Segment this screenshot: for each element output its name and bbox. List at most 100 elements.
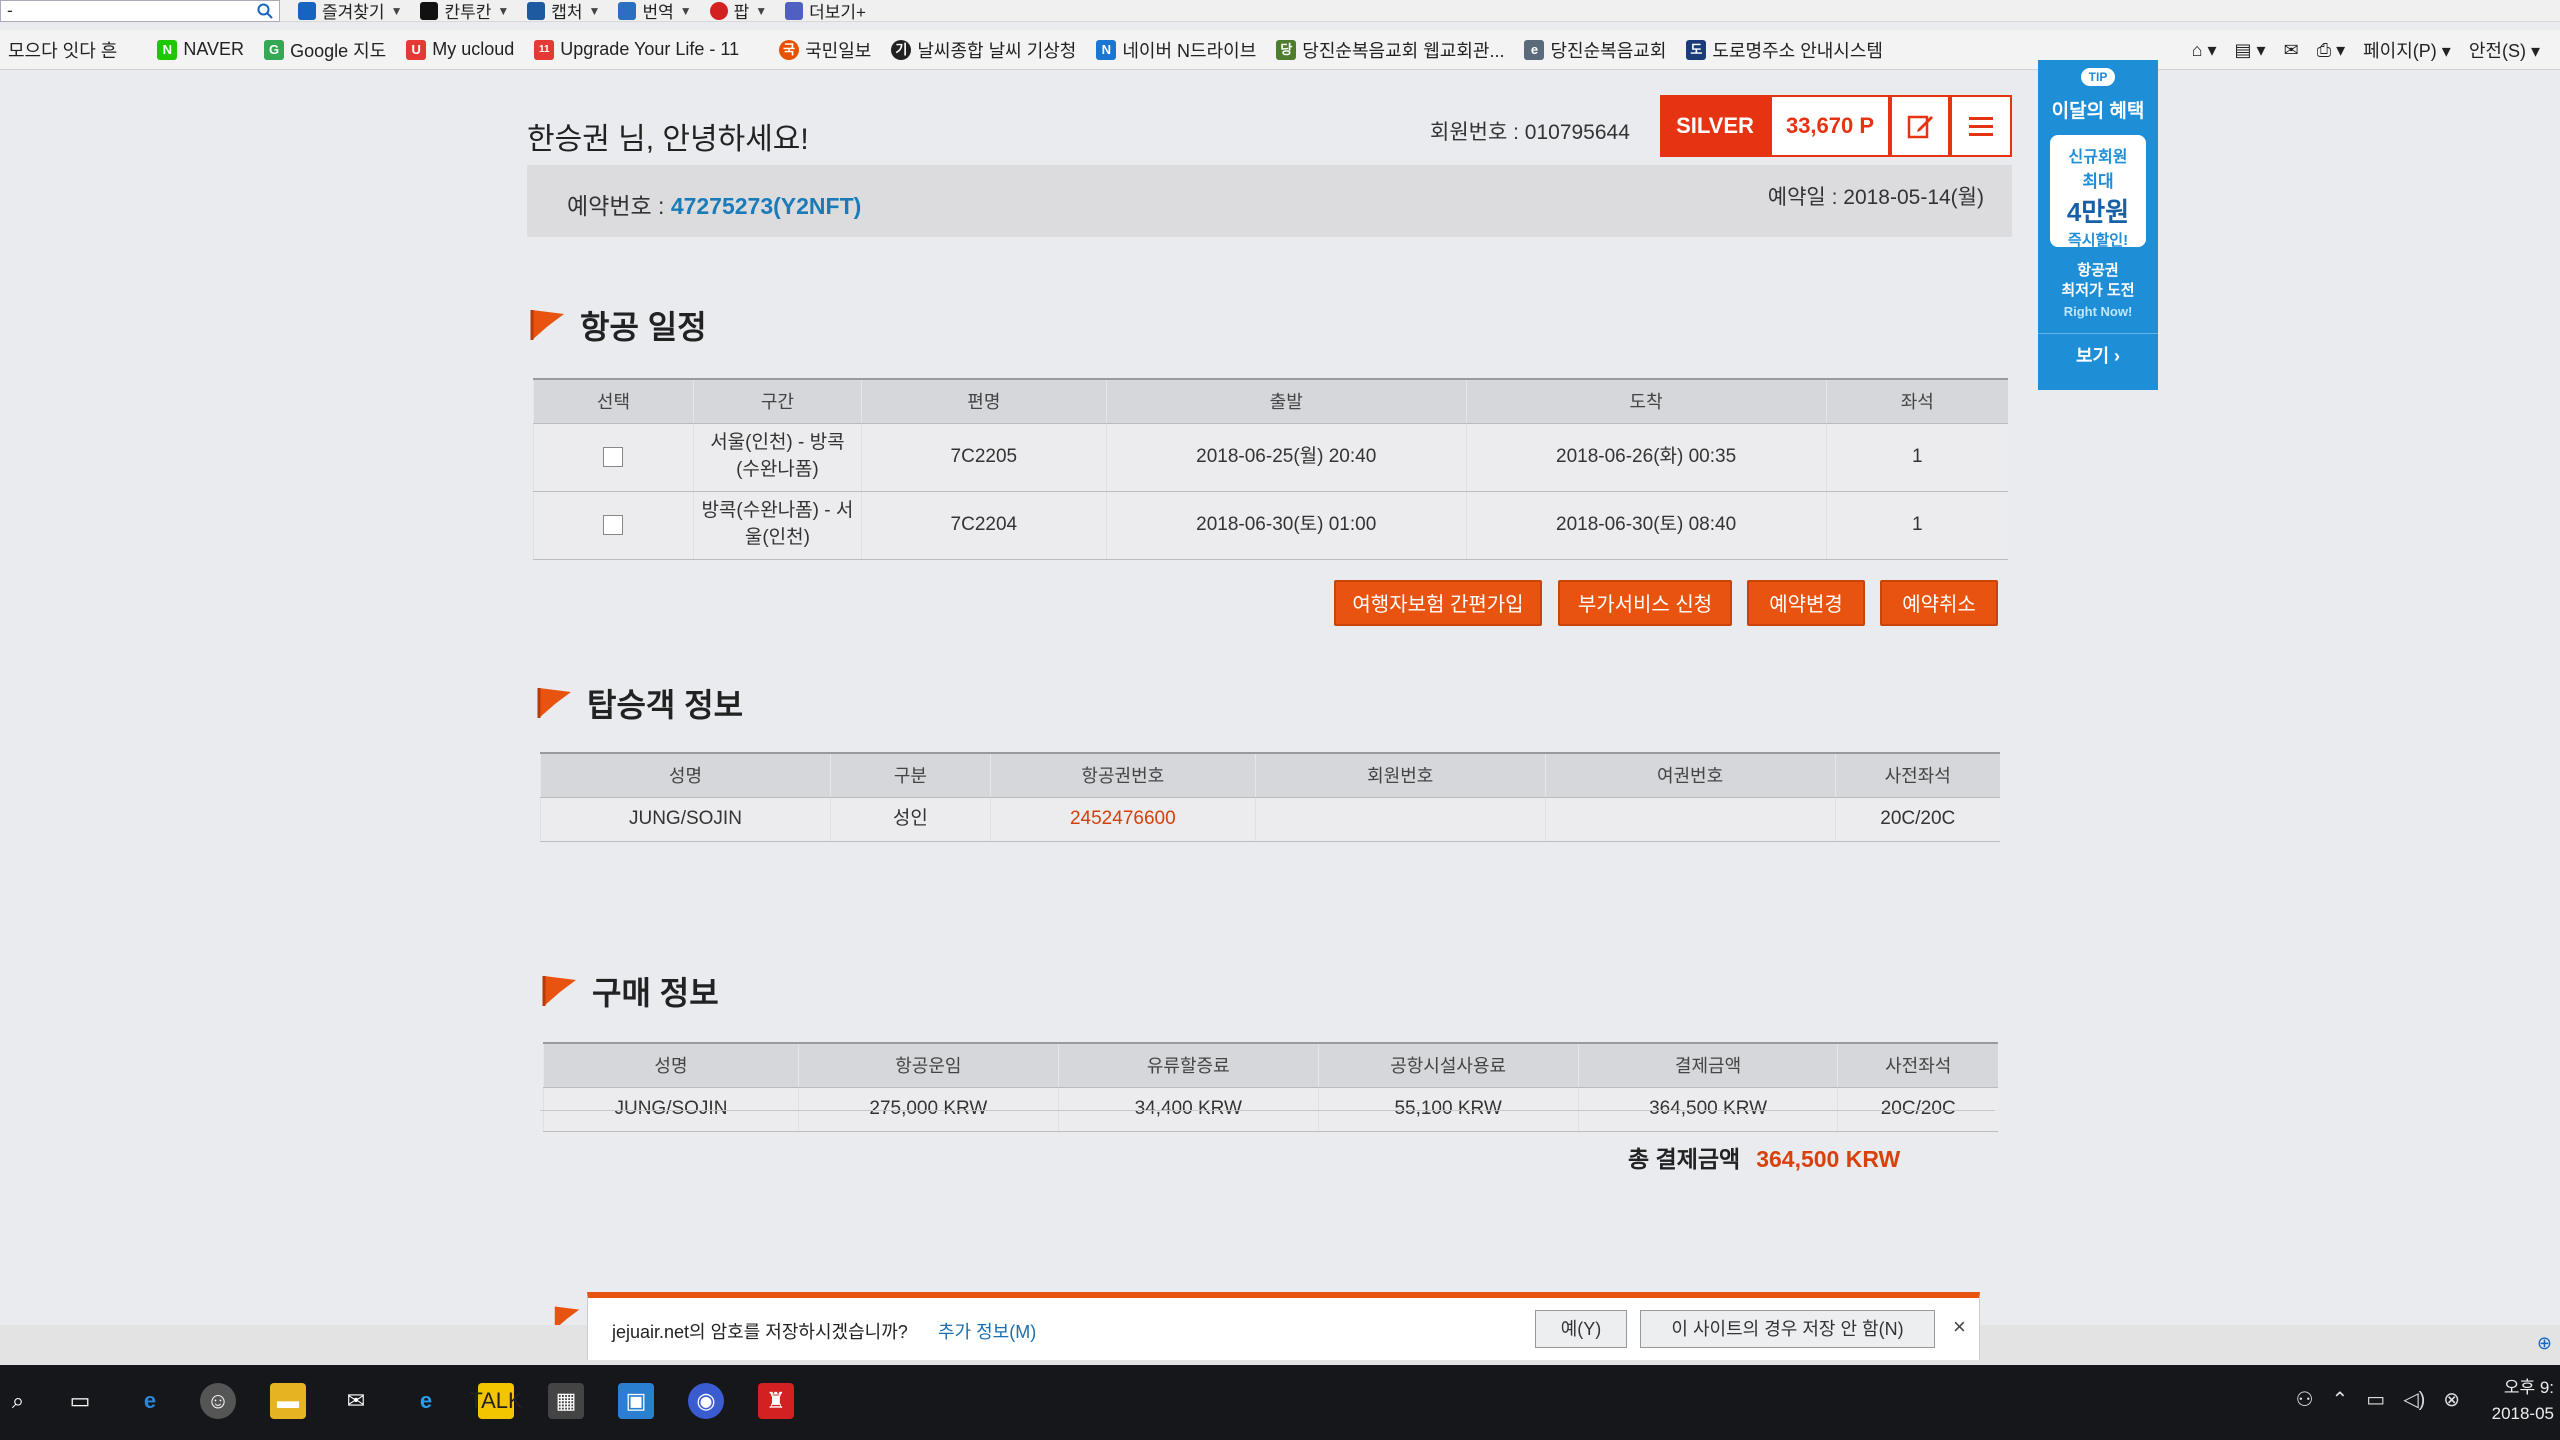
column-header: 결제금액 <box>1577 1042 1838 1088</box>
fav-google-maps[interactable]: G Google 지도 <box>264 37 386 63</box>
fav-ndrive[interactable]: N 네이버 N드라이브 <box>1096 37 1256 63</box>
points-badge[interactable]: 33,670 P <box>1770 95 1890 157</box>
flight-checkbox[interactable] <box>603 446 624 467</box>
toolbar-more[interactable]: 더보기+ <box>785 0 866 23</box>
notification-message: jejuair.net의 암호를 저장하시겠습니까? <box>612 1322 908 1342</box>
purchase-table: 성명 항공운임 유류할증료 공항시설사용료 결제금액 사전좌석 JUNG/SOJ… <box>543 1042 1998 1132</box>
airport-fee-cell: 55,100 KRW <box>1317 1087 1579 1132</box>
table-row: JUNG/SOJIN 성인 2452476600 20C/20C <box>540 797 2000 842</box>
notes-icon[interactable]: ▣ <box>618 1383 654 1419</box>
column-header: 편명 <box>860 378 1107 424</box>
edit-profile-button[interactable] <box>1890 95 1950 157</box>
internet-explorer-icon[interactable]: e <box>408 1383 444 1419</box>
fav-ucloud[interactable]: U My ucloud <box>406 39 514 60</box>
extra-service-button[interactable]: 부가서비스 신청 <box>1558 580 1732 626</box>
column-header: 성명 <box>540 752 831 798</box>
reservation-number[interactable]: 47275273(Y2NFT) <box>671 193 862 219</box>
fav-weather[interactable]: 기 날씨종합 날씨 기상청 <box>891 37 1076 63</box>
fav-road-address[interactable]: 도 도로명주소 안내시스템 <box>1686 37 1883 63</box>
game-icon[interactable]: ♜ <box>758 1383 794 1419</box>
edge-icon[interactable]: e <box>132 1383 168 1419</box>
fav-church-web[interactable]: 당 당진순복음교회 웹교회관... <box>1276 37 1504 63</box>
tip-tagline: Right Now! <box>2063 304 2133 319</box>
more-info-link[interactable]: 추가 정보(M) <box>938 1318 1036 1344</box>
app-icon[interactable]: ☺ <box>200 1383 236 1419</box>
toolbar-translate[interactable]: 번역 ▼ <box>618 0 692 23</box>
search-text: - <box>7 0 13 20</box>
naver-icon: N <box>157 39 178 60</box>
ticket-cell[interactable]: 2452476600 <box>989 797 1256 842</box>
member-number: 회원번호 : 010795644 <box>1430 121 1630 144</box>
cancel-reservation-button[interactable]: 예약취소 <box>1880 580 1998 626</box>
search-icon[interactable]: ⌕ <box>0 1383 36 1419</box>
seat-cell: 1 <box>1825 491 2008 560</box>
safety-menu[interactable]: 안전(S) ▾ <box>2469 37 2540 63</box>
close-icon[interactable]: × <box>1953 1314 1966 1340</box>
toolbar-capture[interactable]: 캡처 ▼ <box>527 0 600 23</box>
chevron-down-icon: ▼ <box>679 3 692 18</box>
fav-church[interactable]: e 당진순복음교회 <box>1524 37 1666 63</box>
change-reservation-button[interactable]: 예약변경 <box>1747 580 1865 626</box>
table-header-row: 선택 구간 편명 출발 도착 좌석 <box>533 378 2008 424</box>
column-header: 사전좌석 <box>1834 752 2000 798</box>
name-cell: JUNG/SOJIN <box>543 1087 799 1132</box>
weather-icon: 기 <box>891 39 912 60</box>
print-icon[interactable]: ⎙ ▾ <box>2317 40 2345 61</box>
mail-icon[interactable]: ✉ <box>338 1383 374 1419</box>
favorites-bar: 모으다 잇다 흔 N NAVER G Google 지도 U My ucloud 11… <box>0 30 2560 70</box>
file-explorer-icon[interactable]: ▬ <box>270 1383 306 1419</box>
app-grid-icon[interactable]: ▦ <box>548 1383 584 1419</box>
yes-button[interactable]: 예(Y) <box>1535 1310 1627 1348</box>
tip-banner[interactable]: TIP 이달의 혜택 신규회원 최대 4만원 즉시할인! 항공권 최저가 도전 … <box>2038 60 2158 390</box>
select-cell <box>533 491 694 560</box>
fav-kukmin[interactable]: 국 국민일보 <box>779 37 871 63</box>
toolbar-kantukan[interactable]: 칸투칸 ▼ <box>420 0 509 23</box>
favorites-folder[interactable]: 모으다 잇다 흔 <box>8 37 117 63</box>
seat-cell: 20C/20C <box>1834 797 2000 842</box>
menu-button[interactable] <box>1950 95 2012 157</box>
column-header: 공항시설사용료 <box>1317 1042 1579 1088</box>
task-view-icon[interactable]: ▭ <box>62 1383 98 1419</box>
name-cell: JUNG/SOJIN <box>540 797 831 842</box>
flight-checkbox[interactable] <box>603 514 624 535</box>
toolbar-pop[interactable]: 팝 ▼ <box>709 0 768 23</box>
hamburger-icon <box>1969 117 1993 136</box>
flight-cell: 7C2205 <box>860 423 1107 492</box>
kantukan-icon <box>420 1 439 20</box>
volume-icon[interactable]: ◁) <box>2403 1387 2425 1412</box>
notification-icon[interactable]: ⊗ <box>2443 1387 2460 1412</box>
search-icon[interactable] <box>257 3 273 19</box>
reservation-label: 예약번호 : 47275273(Y2NFT) <box>567 193 862 219</box>
flag-icon <box>537 688 571 718</box>
ie-page-icon: e <box>1524 39 1545 60</box>
kukmin-icon: 국 <box>779 39 800 60</box>
column-header: 유류할증료 <box>1057 1042 1319 1088</box>
never-save-button[interactable]: 이 사이트의 경우 저장 안 함(N) <box>1640 1310 1935 1348</box>
home-icon[interactable]: ⌂ ▾ <box>2192 40 2217 61</box>
heart-icon <box>709 1 728 20</box>
tip-view-button[interactable]: 보기 › <box>2038 333 2158 368</box>
fav-11st[interactable]: 11 Upgrade Your Life - 11 <box>534 39 739 60</box>
search-box[interactable]: - <box>0 0 280 22</box>
zoom-icon[interactable]: ⊕ <box>2537 1333 2552 1354</box>
globe-icon[interactable]: ◉ <box>688 1383 724 1419</box>
depart-cell: 2018-06-30(토) 01:00 <box>1105 491 1467 560</box>
fuel-cell: 34,400 KRW <box>1057 1087 1319 1132</box>
column-header: 구간 <box>692 378 862 424</box>
mail-icon[interactable]: ✉ <box>2284 40 2299 61</box>
feed-icon[interactable]: ▤ ▾ <box>2235 40 2266 61</box>
chevron-down-icon: ▼ <box>588 3 601 18</box>
page-menu[interactable]: 페이지(P) ▾ <box>2363 37 2451 63</box>
kakaotalk-icon[interactable]: TALK <box>469 1383 523 1419</box>
chevron-down-icon: ▼ <box>755 3 768 18</box>
chevron-up-icon[interactable]: ⌃ <box>2332 1387 2349 1412</box>
grade-badge[interactable]: SILVER <box>1660 95 1770 157</box>
flight-cell: 7C2204 <box>860 491 1107 560</box>
insurance-button[interactable]: 여행자보험 간편가입 <box>1334 580 1542 626</box>
clock[interactable]: 오후 9: 2018-05 <box>2492 1375 2554 1426</box>
column-header: 항공운임 <box>797 1042 1059 1088</box>
people-icon[interactable]: ⚇ <box>2296 1387 2314 1412</box>
fav-naver[interactable]: N NAVER <box>157 39 244 60</box>
toolbar-favorites[interactable]: 즐겨찾기 ▼ <box>298 0 402 23</box>
network-icon[interactable]: ▭ <box>2366 1387 2385 1412</box>
